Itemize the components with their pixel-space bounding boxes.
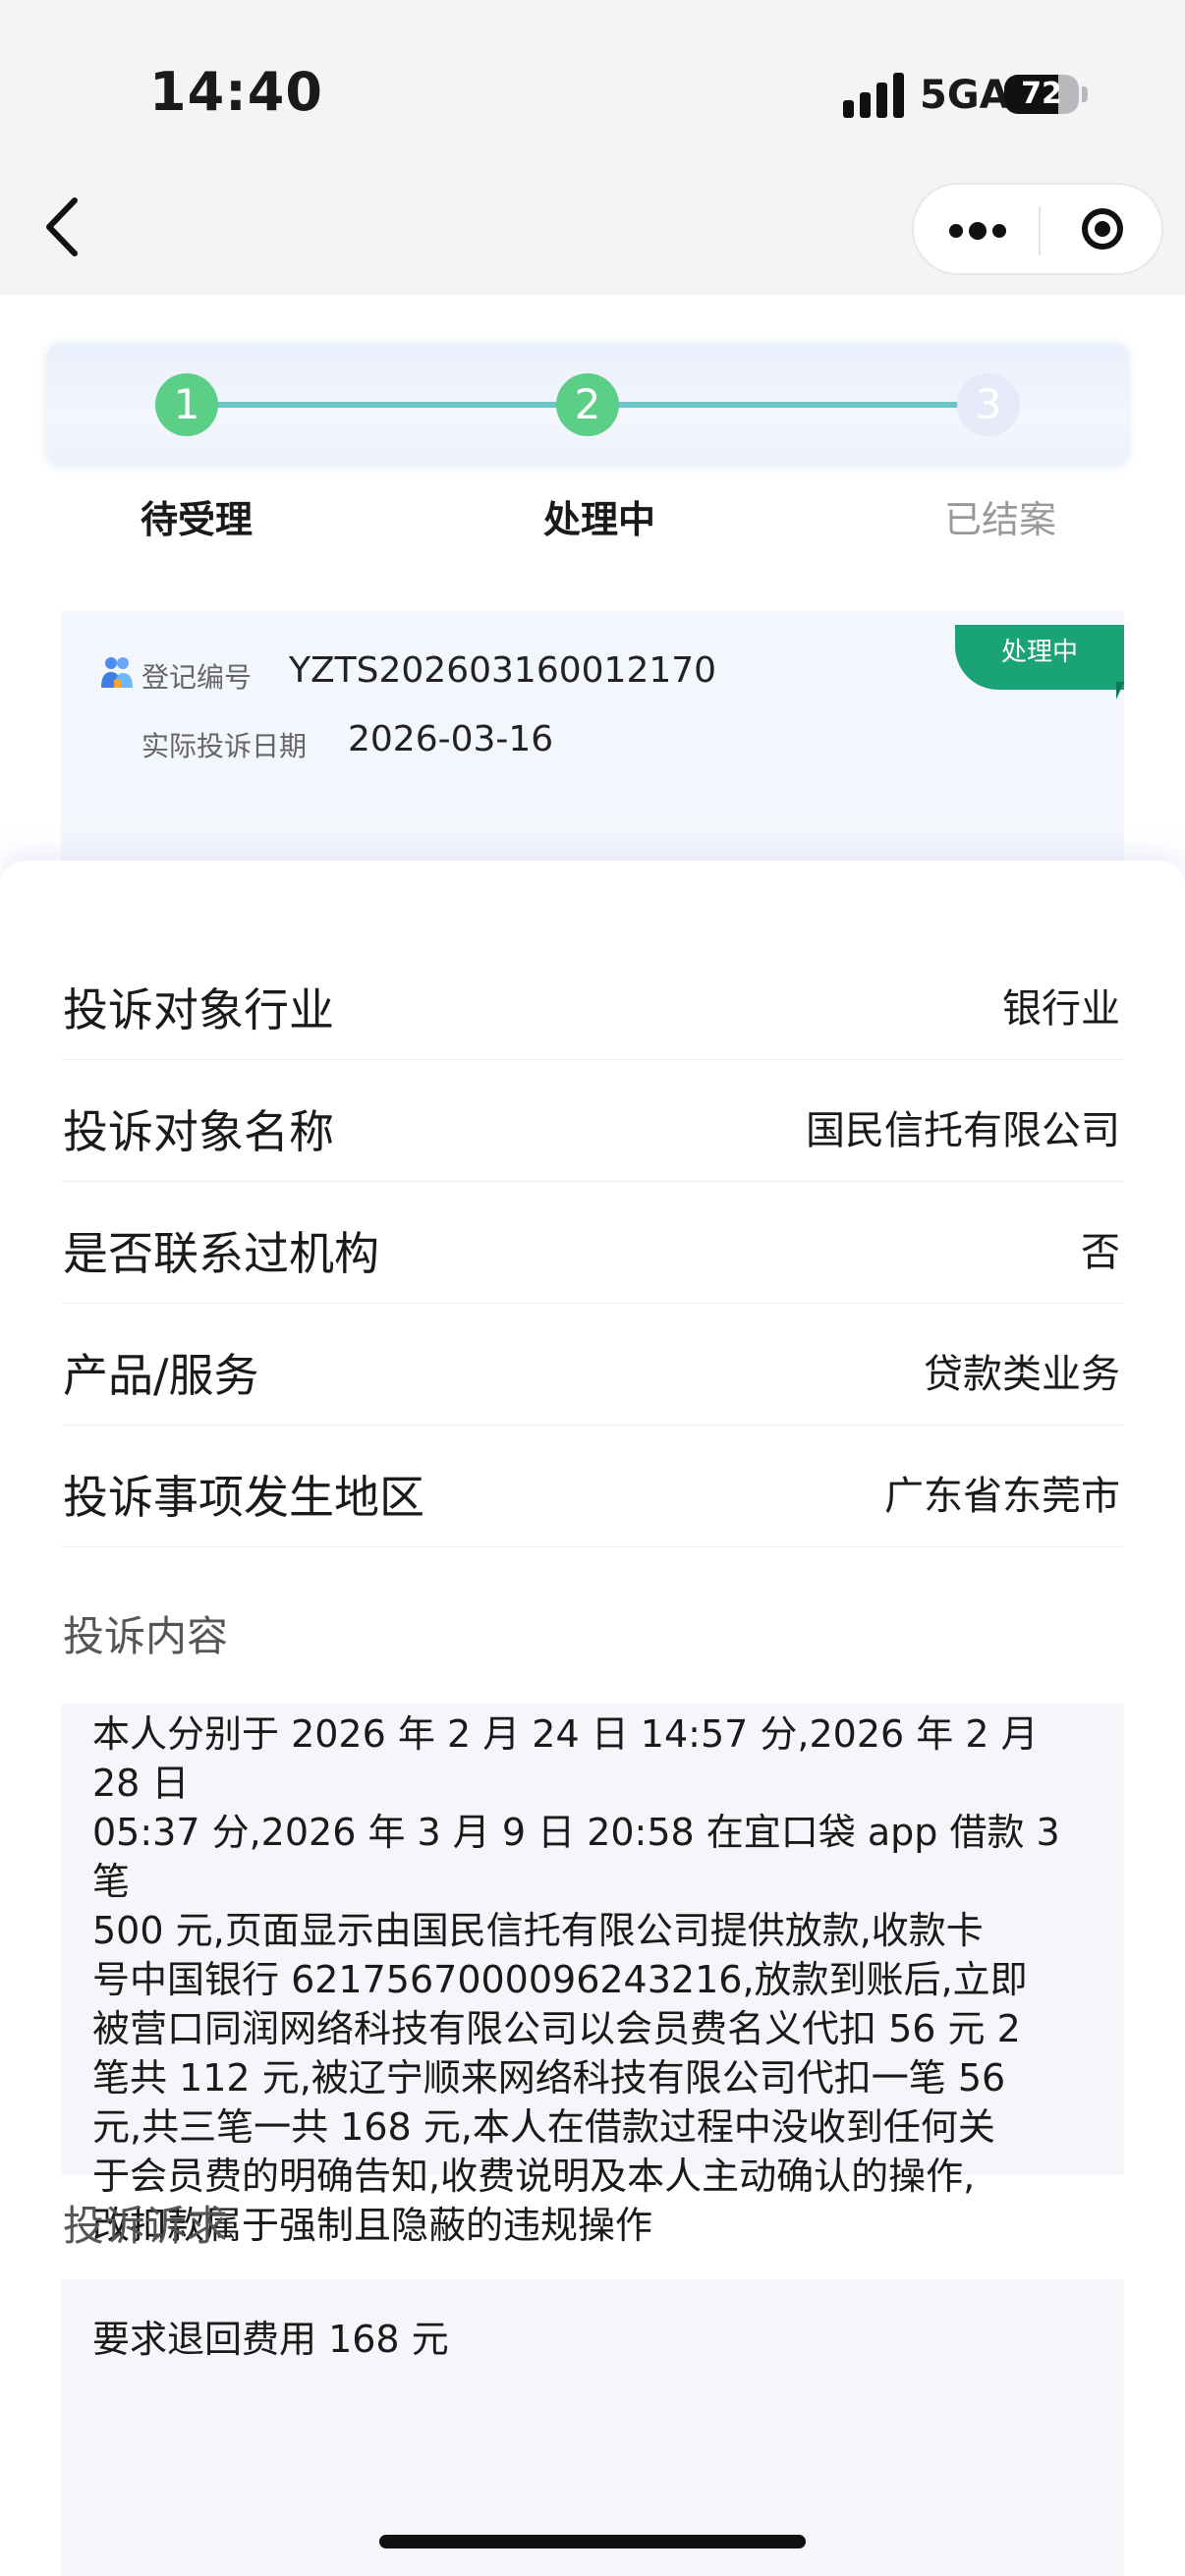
close-button[interactable] bbox=[1041, 185, 1163, 273]
detail-value: 国民信托有限公司 bbox=[806, 1108, 1120, 1153]
content-line: 被营口同润网络科技有限公司以会员费名义代扣 56 元 2 bbox=[92, 2007, 1021, 2050]
detail-value: 否 bbox=[1081, 1230, 1120, 1275]
battery-icon: 72 bbox=[1004, 75, 1079, 114]
badge-fold bbox=[1116, 682, 1124, 700]
top-bar: 14:40 5GA 72 bbox=[0, 0, 1185, 295]
detail-row-product: 产品/服务 贷款类业务 bbox=[61, 1303, 1124, 1426]
step-2-label: 处理中 bbox=[542, 498, 655, 541]
content-line: 笔共 112 元,被辽宁顺来网络科技有限公司代扣一笔 56 bbox=[92, 2056, 1006, 2100]
complaint-content-text: 本人分别于 2026 年 2 月 24 日 14:57 分,2026 年 2 月… bbox=[61, 1704, 1124, 2250]
complaint-content-box: 本人分别于 2026 年 2 月 24 日 14:57 分,2026 年 2 月… bbox=[61, 1704, 1124, 2247]
content-line: 元,共三笔一共 168 元,本人在借款过程中没收到任何关 bbox=[92, 2105, 995, 2149]
detail-row-contacted: 是否联系过机构 否 bbox=[61, 1181, 1124, 1304]
reg-no-value: YZTS202603160012170 bbox=[289, 650, 717, 691]
back-button[interactable] bbox=[39, 193, 88, 261]
detail-row-industry: 投诉对象行业 银行业 bbox=[61, 937, 1124, 1060]
status-badge: 处理中 bbox=[955, 625, 1124, 690]
content-line: 本人分别于 2026 年 2 月 24 日 14:57 分,2026 年 2 月… bbox=[92, 1712, 1039, 1805]
detail-label: 是否联系过机构 bbox=[63, 1227, 379, 1280]
step-2-circle: 2 bbox=[556, 373, 619, 436]
content-line: 改扣款属于强制且隐蔽的违规操作 bbox=[92, 2204, 653, 2247]
detail-row-region: 投诉事项发生地区 广东省东莞市 bbox=[61, 1425, 1124, 1547]
step-1-label: 待受理 bbox=[140, 498, 253, 541]
more-button[interactable] bbox=[914, 185, 1039, 273]
detail-row-target-name: 投诉对象名称 国民信托有限公司 bbox=[61, 1059, 1124, 1182]
detail-label: 投诉对象名称 bbox=[63, 1105, 334, 1158]
date-value: 2026-03-16 bbox=[348, 719, 554, 759]
complaint-demand-box: 要求退回费用 168 元 bbox=[61, 2279, 1124, 2576]
step-1-circle: 1 bbox=[155, 373, 218, 436]
chevron-left-icon bbox=[46, 197, 78, 256]
reg-no-label: 登记编号 bbox=[141, 661, 253, 694]
detail-value: 贷款类业务 bbox=[924, 1352, 1120, 1397]
step-3-circle: 3 bbox=[957, 373, 1020, 436]
date-label: 实际投诉日期 bbox=[141, 730, 308, 762]
detail-value: 广东省东莞市 bbox=[884, 1474, 1120, 1519]
step-line-2-3 bbox=[588, 402, 990, 408]
detail-label: 投诉对象行业 bbox=[63, 983, 334, 1036]
users-icon bbox=[101, 657, 133, 688]
mini-program-capsule bbox=[912, 183, 1163, 275]
battery-level: 72 bbox=[1021, 77, 1062, 111]
detail-label: 产品/服务 bbox=[63, 1349, 259, 1402]
content-line: 号中国银行 6217567000096243216,放款到账后,立即 bbox=[92, 1958, 1028, 2001]
detail-value: 银行业 bbox=[1002, 986, 1120, 1032]
content-line: 500 元,页面显示由国民信托有限公司提供放款,收款卡 bbox=[92, 1909, 984, 1952]
battery-cap bbox=[1082, 86, 1088, 102]
status-time: 14:40 bbox=[149, 61, 323, 123]
step-3-label: 已结案 bbox=[943, 498, 1056, 541]
step-line-1-2 bbox=[187, 402, 590, 408]
content-line: 05:37 分,2026 年 3 月 9 日 20:58 在宜口袋 app 借款… bbox=[92, 1811, 1060, 1903]
home-indicator[interactable] bbox=[379, 2535, 806, 2548]
complaint-demand-text: 要求退回费用 168 元 bbox=[92, 2318, 449, 2361]
network-type: 5GA bbox=[920, 73, 1010, 118]
signal-icon bbox=[843, 73, 906, 118]
complaint-demand-title: 投诉诉求 bbox=[63, 2202, 229, 2250]
detail-label: 投诉事项发生地区 bbox=[63, 1471, 424, 1524]
complaint-content-title: 投诉内容 bbox=[63, 1612, 229, 1660]
content-line: 于会员费的明确告知,收费说明及本人主动确认的操作, bbox=[92, 2155, 976, 2198]
